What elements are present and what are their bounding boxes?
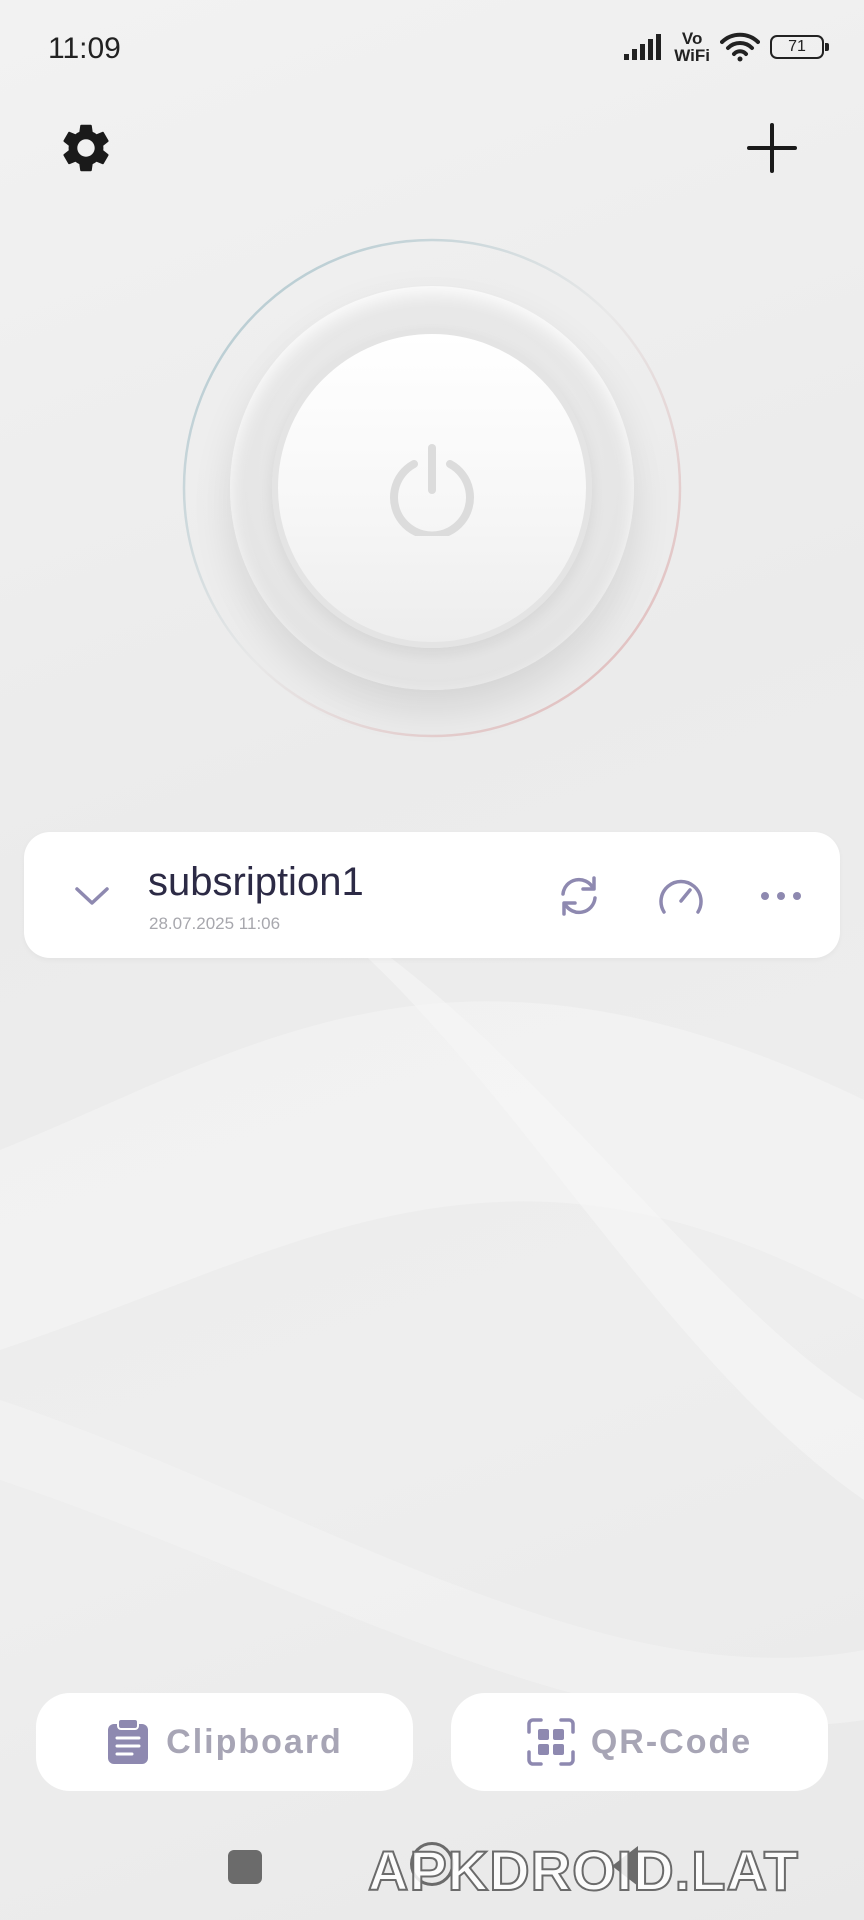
- recents-button[interactable]: [228, 1850, 262, 1884]
- chevron-down-icon: [75, 887, 109, 905]
- subscription-card[interactable]: subsription1 28.07.2025 11:06: [24, 832, 840, 958]
- expand-button[interactable]: [64, 868, 120, 924]
- clipboard-label: Clipboard: [166, 1722, 343, 1761]
- status-icons: Vo WiFi 71: [624, 30, 829, 64]
- watermark: APKDROID.LAT: [367, 1838, 799, 1903]
- speedtest-button[interactable]: [652, 867, 710, 925]
- power-icon: [390, 444, 474, 536]
- power-control: [180, 238, 684, 742]
- status-time: 11:09: [48, 32, 121, 65]
- battery-level: 71: [788, 38, 806, 55]
- qr-code-button[interactable]: QR-Code: [451, 1693, 828, 1791]
- vowifi-indicator: Vo WiFi: [674, 30, 710, 64]
- subscription-name: subsription1: [148, 860, 364, 904]
- gear-icon: [63, 124, 109, 172]
- wifi-icon: [720, 32, 760, 62]
- clipboard-icon: [108, 1718, 149, 1764]
- qr-code-label: QR-Code: [590, 1722, 753, 1761]
- subscription-updated: 28.07.2025 11:06: [149, 914, 281, 933]
- speedometer-icon: [659, 879, 703, 914]
- more-button[interactable]: [752, 867, 810, 925]
- plus-icon: [747, 123, 797, 173]
- settings-button[interactable]: [50, 112, 122, 184]
- status-bar: 11:09 Vo WiFi 71: [0, 0, 864, 100]
- power-button[interactable]: [272, 328, 592, 648]
- clipboard-button[interactable]: Clipboard: [36, 1693, 413, 1791]
- add-button[interactable]: [736, 112, 808, 184]
- qr-scan-icon: [527, 1718, 575, 1766]
- refresh-button[interactable]: [550, 867, 608, 925]
- signal-icon: [624, 34, 662, 60]
- more-icon: [761, 892, 801, 900]
- refresh-icon: [561, 876, 597, 916]
- vowifi-top: Vo: [681, 29, 703, 48]
- vowifi-bottom: WiFi: [674, 46, 710, 65]
- battery-icon: 71: [770, 35, 829, 59]
